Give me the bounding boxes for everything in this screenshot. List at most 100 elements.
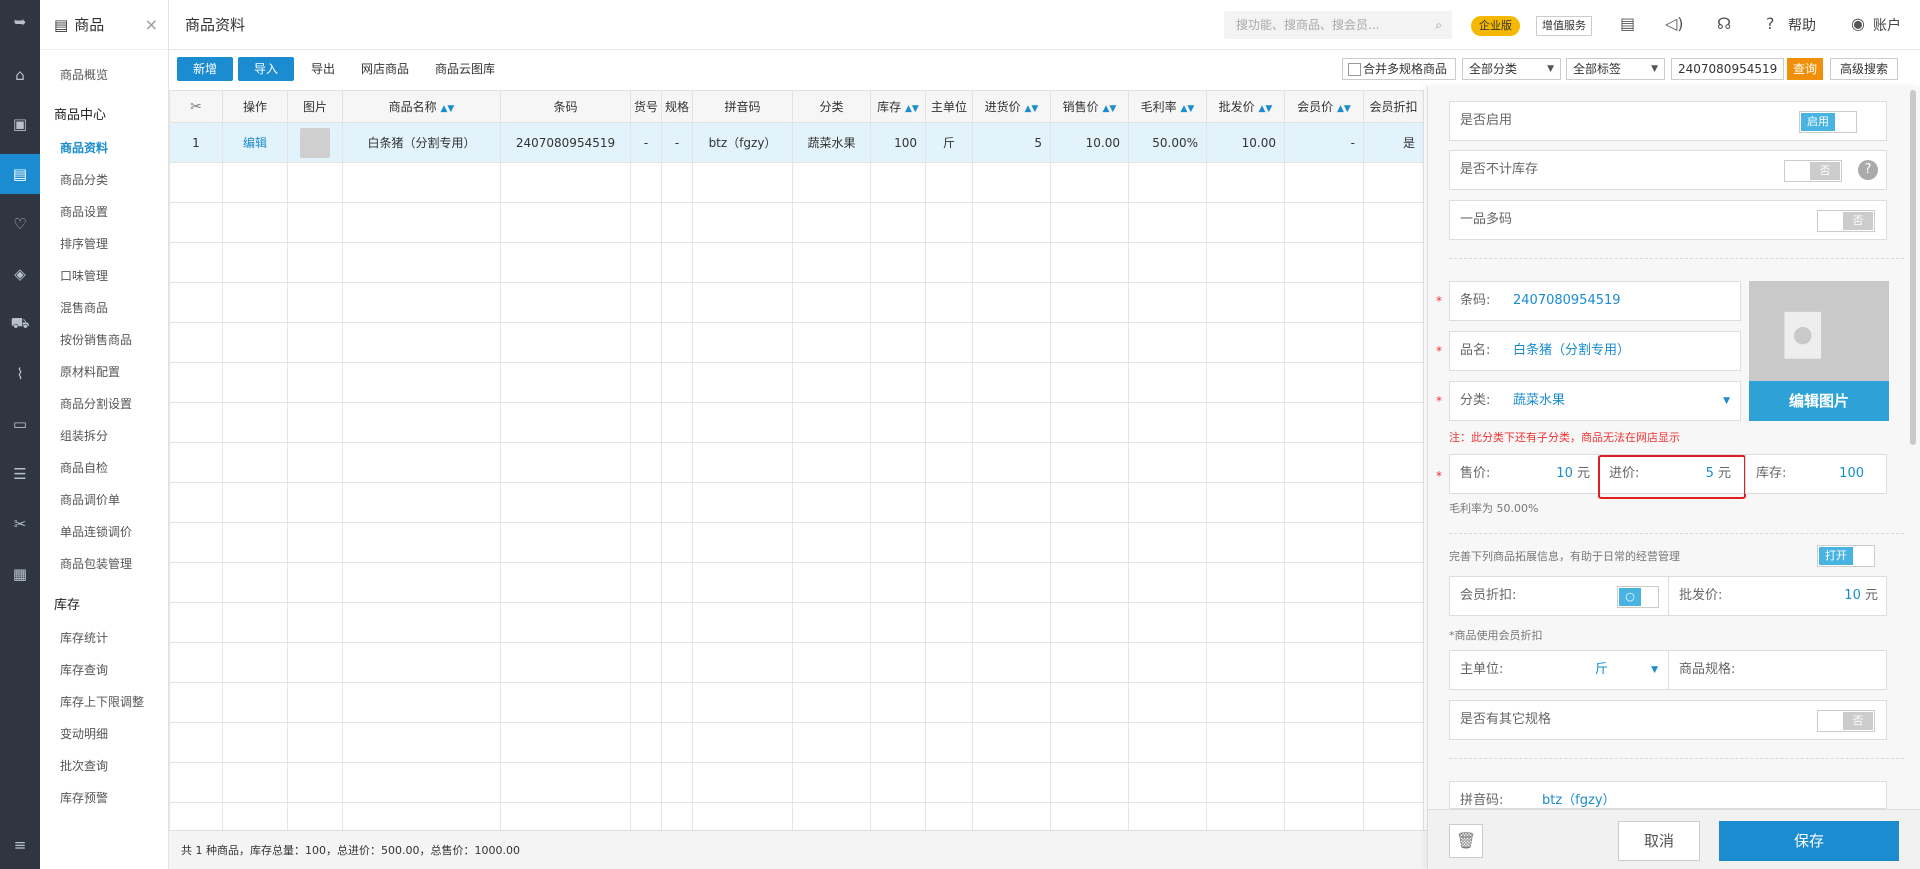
close-icon[interactable]: ×: [145, 15, 158, 34]
sidebar-item[interactable]: 库存预警: [40, 782, 168, 814]
empty-cell: [630, 642, 662, 683]
pinyin-field[interactable]: 拼音码: btz（fgzy）: [1449, 781, 1887, 809]
enterprise-badge[interactable]: 企业版: [1471, 16, 1520, 36]
sort-icon[interactable]: ▲▼: [1337, 104, 1351, 114]
sidebar-item[interactable]: 库存上下限调整: [40, 686, 168, 718]
name-field[interactable]: 品名: 白条猪（分割专用）: [1449, 331, 1741, 371]
column-header-sortable[interactable]: 会员价 ▲▼: [1284, 90, 1364, 123]
question-icon[interactable]: ?: [1858, 160, 1878, 180]
settings-icon[interactable]: ☰: [0, 454, 40, 494]
goods-icon[interactable]: ▤: [0, 154, 40, 194]
trash-icon[interactable]: 🗑: [1449, 824, 1483, 858]
new-button[interactable]: 新增: [177, 57, 233, 81]
headset-icon[interactable]: ☊: [1717, 14, 1731, 33]
column-header-sortable[interactable]: 库存 ▲▼: [870, 90, 926, 123]
column-header-sortable[interactable]: 毛利率 ▲▼: [1128, 90, 1207, 123]
wholesale-field[interactable]: 批发价: 10 元: [1668, 576, 1887, 616]
extension-toggle[interactable]: 打开: [1817, 545, 1875, 567]
sidebar-item[interactable]: 排序管理: [40, 228, 168, 260]
edit-image-button[interactable]: 编辑图片: [1749, 381, 1889, 421]
speaker-icon[interactable]: ◁): [1665, 14, 1684, 33]
account-link[interactable]: 账户: [1873, 15, 1901, 35]
member-icon[interactable]: ♡: [0, 204, 40, 244]
category-select[interactable]: 全部分类 ▼: [1462, 58, 1561, 80]
member-discount-toggle[interactable]: ○: [1617, 586, 1659, 608]
sidebar-item[interactable]: 商品调价单: [40, 484, 168, 516]
tools-icon[interactable]: ✂: [190, 99, 202, 115]
sidebar-item-goods-data[interactable]: 商品资料: [40, 132, 168, 164]
apps-icon[interactable]: ▦: [0, 554, 40, 594]
help-link[interactable]: 帮助: [1788, 15, 1816, 35]
barcode-field[interactable]: 条码: 2407080954519: [1449, 281, 1741, 321]
sort-icon[interactable]: ▲▼: [441, 104, 455, 114]
sidebar-item[interactable]: 按份销售商品: [40, 324, 168, 356]
sidebar-item[interactable]: 库存统计: [40, 622, 168, 654]
sidebar-item[interactable]: 商品分类: [40, 164, 168, 196]
column-settings-header[interactable]: ✂: [169, 90, 223, 123]
column-header-sortable[interactable]: 批发价 ▲▼: [1206, 90, 1285, 123]
query-input[interactable]: 2407080954519: [1671, 58, 1784, 80]
promotion-icon[interactable]: ◈: [0, 254, 40, 294]
sidebar-item[interactable]: 商品分割设置: [40, 388, 168, 420]
online-goods-button[interactable]: 网店商品: [361, 57, 409, 81]
import-button[interactable]: 导入: [238, 57, 294, 81]
sort-icon[interactable]: ▲▼: [1025, 104, 1039, 114]
cashier-icon[interactable]: ▣: [0, 104, 40, 144]
column-header-sortable[interactable]: 销售价 ▲▼: [1050, 90, 1129, 123]
export-button[interactable]: 导出: [311, 57, 335, 81]
menu-search-icon[interactable]: ≡: [0, 825, 40, 865]
category-select[interactable]: 分类: 蔬菜水果 ▼: [1449, 381, 1741, 421]
sidebar-item[interactable]: 变动明细: [40, 718, 168, 750]
main-unit-select[interactable]: 主单位: 斤 ▼: [1449, 650, 1669, 690]
empty-cell: [222, 442, 288, 483]
merge-spec-checkbox[interactable]: 合并多规格商品: [1342, 58, 1456, 80]
save-button[interactable]: 保存: [1719, 821, 1899, 861]
advanced-search-button[interactable]: 高级搜索: [1830, 58, 1898, 80]
sort-icon[interactable]: ▲▼: [905, 104, 919, 114]
sidebar-item[interactable]: 批次查询: [40, 750, 168, 782]
sidebar-item[interactable]: 库存查询: [40, 654, 168, 686]
sidebar-item[interactable]: 口味管理: [40, 260, 168, 292]
other-spec-toggle[interactable]: 否: [1817, 710, 1875, 732]
enabled-toggle[interactable]: 启用: [1799, 111, 1857, 133]
sidebar-item[interactable]: 商品设置: [40, 196, 168, 228]
sidebar-item[interactable]: 组装拆分: [40, 420, 168, 452]
staff-icon[interactable]: ▭: [0, 404, 40, 444]
sort-icon[interactable]: ▲▼: [1181, 104, 1195, 114]
purchase-icon[interactable]: ⛟: [0, 304, 40, 344]
user-icon[interactable]: ◉: [1851, 14, 1865, 33]
sort-icon[interactable]: ▲▼: [1259, 104, 1273, 114]
column-header-sortable[interactable]: 进货价 ▲▼: [972, 90, 1051, 123]
sidebar-item-overview[interactable]: 商品概览: [40, 59, 168, 91]
query-button[interactable]: 查询: [1787, 58, 1823, 80]
home-icon[interactable]: ⌂: [0, 55, 40, 95]
no-stock-toggle[interactable]: 否: [1784, 160, 1842, 182]
cloud-gallery-button[interactable]: 商品云图库: [435, 57, 495, 81]
value-added-service-button[interactable]: 增值服务: [1536, 16, 1592, 36]
logo-icon[interactable]: ➥: [0, 2, 40, 42]
cancel-button[interactable]: 取消: [1618, 821, 1700, 861]
global-search-input[interactable]: 搜功能、搜商品、搜会员... ⌕: [1224, 11, 1452, 39]
stock-field[interactable]: 库存: 100: [1745, 454, 1887, 494]
table-row[interactable]: 1 编辑 白条猪（分割专用） 2407080954519 - - btz（fgz…: [169, 122, 1424, 163]
sidebar-item[interactable]: 混售商品: [40, 292, 168, 324]
scrollbar[interactable]: [1910, 90, 1916, 445]
empty-cell: [972, 402, 1051, 443]
clipboard-icon[interactable]: ▤: [1620, 14, 1635, 33]
sort-icon[interactable]: ▲▼: [1103, 104, 1117, 114]
spec-field[interactable]: 商品规格:: [1668, 650, 1887, 690]
help-icon[interactable]: ?: [1766, 14, 1775, 33]
sidebar-item[interactable]: 商品自检: [40, 452, 168, 484]
edit-link[interactable]: 编辑: [222, 122, 288, 163]
multi-code-toggle[interactable]: 否: [1817, 210, 1875, 232]
sidebar-item[interactable]: 单品连锁调价: [40, 516, 168, 548]
search-icon[interactable]: ⌕: [1435, 11, 1442, 39]
column-header-sortable[interactable]: 商品名称 ▲▼: [342, 90, 501, 123]
cell-wholesale: 10.00: [1206, 122, 1285, 163]
tag-select[interactable]: 全部标签 ▼: [1566, 58, 1665, 80]
tools-icon[interactable]: ✂: [0, 504, 40, 544]
sidebar-item[interactable]: 商品包装管理: [40, 548, 168, 580]
sidebar-item[interactable]: 原材料配置: [40, 356, 168, 388]
report-icon[interactable]: ⌇: [0, 354, 40, 394]
price-field[interactable]: 售价: 10 元: [1449, 454, 1599, 494]
